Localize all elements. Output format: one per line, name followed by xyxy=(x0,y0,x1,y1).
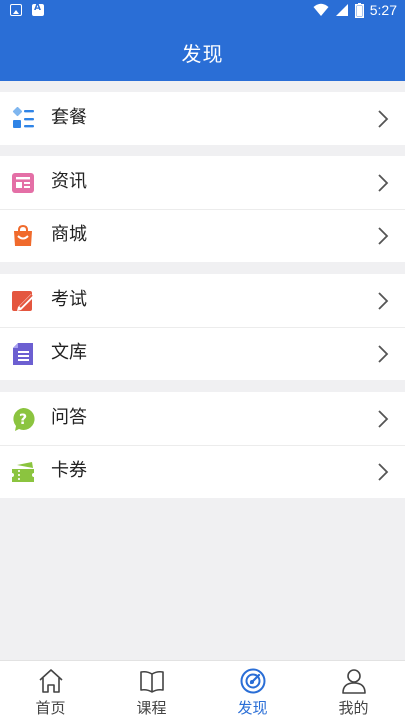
menu-item-news[interactable]: 资讯 xyxy=(0,156,405,209)
chevron-right-icon xyxy=(378,292,389,310)
book-icon xyxy=(139,670,164,693)
tab-label: 首页 xyxy=(35,699,66,717)
chevron-right-icon xyxy=(378,410,389,428)
chevron-right-icon xyxy=(378,463,389,481)
signal-icon xyxy=(335,4,348,16)
menu-item-mall[interactable]: 商城 xyxy=(0,209,405,262)
chevron-right-icon xyxy=(378,227,389,245)
chevron-right-icon xyxy=(378,110,389,128)
menu-item-coupon[interactable]: 卡券 xyxy=(0,445,405,498)
bottom-tab-bar: 首页 课程 发现 我的 xyxy=(0,660,405,720)
tab-courses[interactable]: 课程 xyxy=(101,661,202,720)
tab-label: 课程 xyxy=(136,699,167,717)
exam-pen-icon xyxy=(12,291,34,311)
tab-home[interactable]: 首页 xyxy=(0,661,101,720)
menu-item-library[interactable]: 文库 xyxy=(0,327,405,380)
news-icon xyxy=(12,173,34,193)
ticket-icon xyxy=(12,462,34,482)
battery-icon xyxy=(354,2,364,18)
menu-item-label: 卡券 xyxy=(51,460,87,481)
menu-item-label: 套餐 xyxy=(51,107,87,128)
menu-item-label: 文库 xyxy=(51,342,87,363)
menu-group-3: 考试 文库 xyxy=(0,274,405,380)
menu-item-label: 资讯 xyxy=(51,171,87,192)
menu-item-exam[interactable]: 考试 xyxy=(0,274,405,327)
wifi-icon xyxy=(313,3,329,16)
header-bar: 发现 xyxy=(0,24,405,81)
chevron-right-icon xyxy=(378,345,389,363)
status-time: 5:27 xyxy=(369,2,397,18)
menu-item-label: 问答 xyxy=(51,407,87,428)
question-bubble-icon: ? xyxy=(13,407,35,431)
image-icon xyxy=(10,4,22,16)
menu-item-qa[interactable]: ? 问答 xyxy=(0,392,405,445)
menu-group-4: ? 问答 卡券 xyxy=(0,392,405,498)
package-grid-icon xyxy=(12,107,34,128)
menu-item-label: 考试 xyxy=(51,289,87,310)
tab-profile[interactable]: 我的 xyxy=(303,661,404,720)
svg-text:?: ? xyxy=(19,412,27,428)
compass-icon xyxy=(240,668,265,694)
chevron-right-icon xyxy=(378,174,389,192)
menu-group-1: 套餐 xyxy=(0,92,405,145)
tab-discover[interactable]: 发现 xyxy=(202,661,303,720)
page-title: 发现 xyxy=(181,42,224,66)
tab-label: 我的 xyxy=(338,699,369,717)
tab-label: 发现 xyxy=(237,699,268,717)
profile-icon xyxy=(341,669,366,694)
menu-item-label: 商城 xyxy=(51,224,87,245)
menu-item-package[interactable]: 套餐 xyxy=(0,92,405,145)
a-badge-icon xyxy=(32,3,44,16)
status-bar: 5:27 xyxy=(0,0,405,24)
library-doc-icon xyxy=(13,343,33,365)
status-notifications xyxy=(10,3,44,16)
menu-group-2: 资讯 商城 xyxy=(0,156,405,262)
status-system: 5:27 xyxy=(313,2,397,18)
home-icon xyxy=(38,669,63,693)
shopping-bag-icon xyxy=(14,224,32,246)
